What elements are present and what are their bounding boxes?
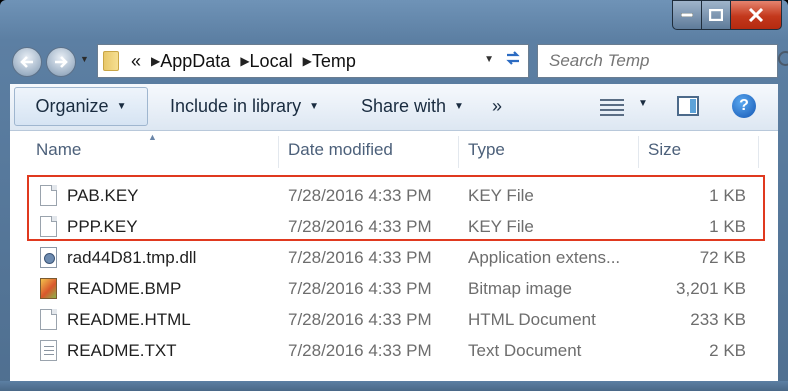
chevron-down-icon: ▼ [309,101,319,112]
text-file-icon [40,340,57,361]
column-divider[interactable] [278,136,279,168]
breadcrumb-separator-icon[interactable]: ▶ [240,54,249,68]
folder-icon [103,51,119,71]
organize-label: Organize [35,96,109,116]
maximize-button[interactable] [701,0,730,30]
breadcrumb: « ▶ AppData ▶ Local ▶ Temp [131,51,356,72]
address-bar[interactable]: « ▶ AppData ▶ Local ▶ Temp ▼ [97,44,529,78]
breadcrumb-separator-icon[interactable]: ▶ [303,54,312,68]
more-commands-button[interactable]: » [492,87,502,126]
file-size: 233 KB [690,310,746,329]
file-date: 7/28/2016 4:33 PM [288,310,432,329]
address-history-dropdown[interactable]: ▼ [484,54,494,65]
close-button[interactable] [730,0,782,30]
change-view-icon[interactable] [600,96,624,116]
search-box[interactable] [537,44,788,78]
file-date: 7/28/2016 4:33 PM [288,341,432,360]
minimize-button[interactable] [672,0,701,30]
file-type: Bitmap image [468,279,572,298]
dll-file-icon [40,247,57,268]
include-in-library-button[interactable]: Include in library ▼ [170,87,319,126]
column-header: ▲ Name Date modified Type Size [10,132,778,168]
chevron-down-icon: ▼ [454,101,464,112]
file-type: HTML Document [468,310,596,329]
file-name: README.HTML [67,310,191,329]
file-size: 2 KB [709,341,746,360]
file-name: README.TXT [67,341,177,360]
file-type: Application extens... [468,248,621,267]
column-name[interactable]: Name [36,132,81,168]
chevron-down-icon: ▼ [116,101,127,112]
preview-pane-icon[interactable] [677,96,699,116]
file-date: 7/28/2016 4:33 PM [288,279,432,298]
file-name: rad44D81.tmp.dll [67,248,197,267]
highlight-box [27,175,765,241]
close-icon [748,8,764,22]
bitmap-file-icon [40,278,57,299]
column-type[interactable]: Type [468,132,505,168]
file-type: Text Document [468,341,582,360]
list-item[interactable]: README.TXT 7/28/2016 4:33 PM Text Docume… [10,336,778,367]
column-divider[interactable] [758,136,759,168]
sort-up-icon: ▲ [148,132,157,142]
list-item[interactable]: README.HTML 7/28/2016 4:33 PM HTML Docum… [10,305,778,336]
help-button[interactable]: ? [732,94,756,118]
breadcrumb-separator-icon[interactable]: ▶ [151,54,160,68]
refresh-icon [506,51,520,65]
navigation-bar: ▼ « ▶ AppData ▶ Local ▶ Temp ▼ [0,40,788,84]
column-divider[interactable] [638,136,639,168]
explorer-window: ▼ « ▶ AppData ▶ Local ▶ Temp ▼ Search Te… [0,0,788,391]
refresh-button[interactable] [504,49,522,73]
list-item[interactable]: rad44D81.tmp.dll 7/28/2016 4:33 PM Appli… [10,243,778,274]
column-divider[interactable] [458,136,459,168]
forward-arrow-icon [55,56,68,68]
file-name: README.BMP [67,279,182,298]
minimize-icon [681,13,693,17]
back-arrow-icon [20,56,33,68]
column-date-modified[interactable]: Date modified [288,132,393,168]
list-item[interactable]: README.BMP 7/28/2016 4:33 PM Bitmap imag… [10,274,778,305]
file-size: 3,201 KB [676,279,746,298]
recent-pages-dropdown[interactable]: ▼ [80,54,89,64]
window-frame-bottom [0,381,788,391]
caption-buttons [672,0,782,30]
breadcrumb-temp[interactable]: Temp [312,51,356,72]
file-pane: Organize ▼ Include in library ▼ Share with… [10,84,778,381]
organize-button[interactable]: Organize ▼ [14,87,148,126]
command-bar: Organize ▼ Include in library ▼ Share with… [10,84,778,131]
include-label: Include in library [170,96,302,116]
forward-button[interactable] [46,47,76,77]
blank-file-icon [40,309,57,330]
file-size: 72 KB [699,248,746,267]
maximize-icon [709,9,723,21]
file-date: 7/28/2016 4:33 PM [288,248,432,267]
view-options-dropdown[interactable]: ▼ [638,98,648,109]
share-with-button[interactable]: Share with ▼ [361,87,464,126]
back-button[interactable] [12,47,42,77]
breadcrumb-local[interactable]: Local [250,51,293,72]
breadcrumb-overflow[interactable]: « [131,51,141,72]
search-input[interactable] [547,50,775,72]
breadcrumb-appdata[interactable]: AppData [160,51,230,72]
share-label: Share with [361,96,447,116]
column-size[interactable]: Size [648,132,681,168]
